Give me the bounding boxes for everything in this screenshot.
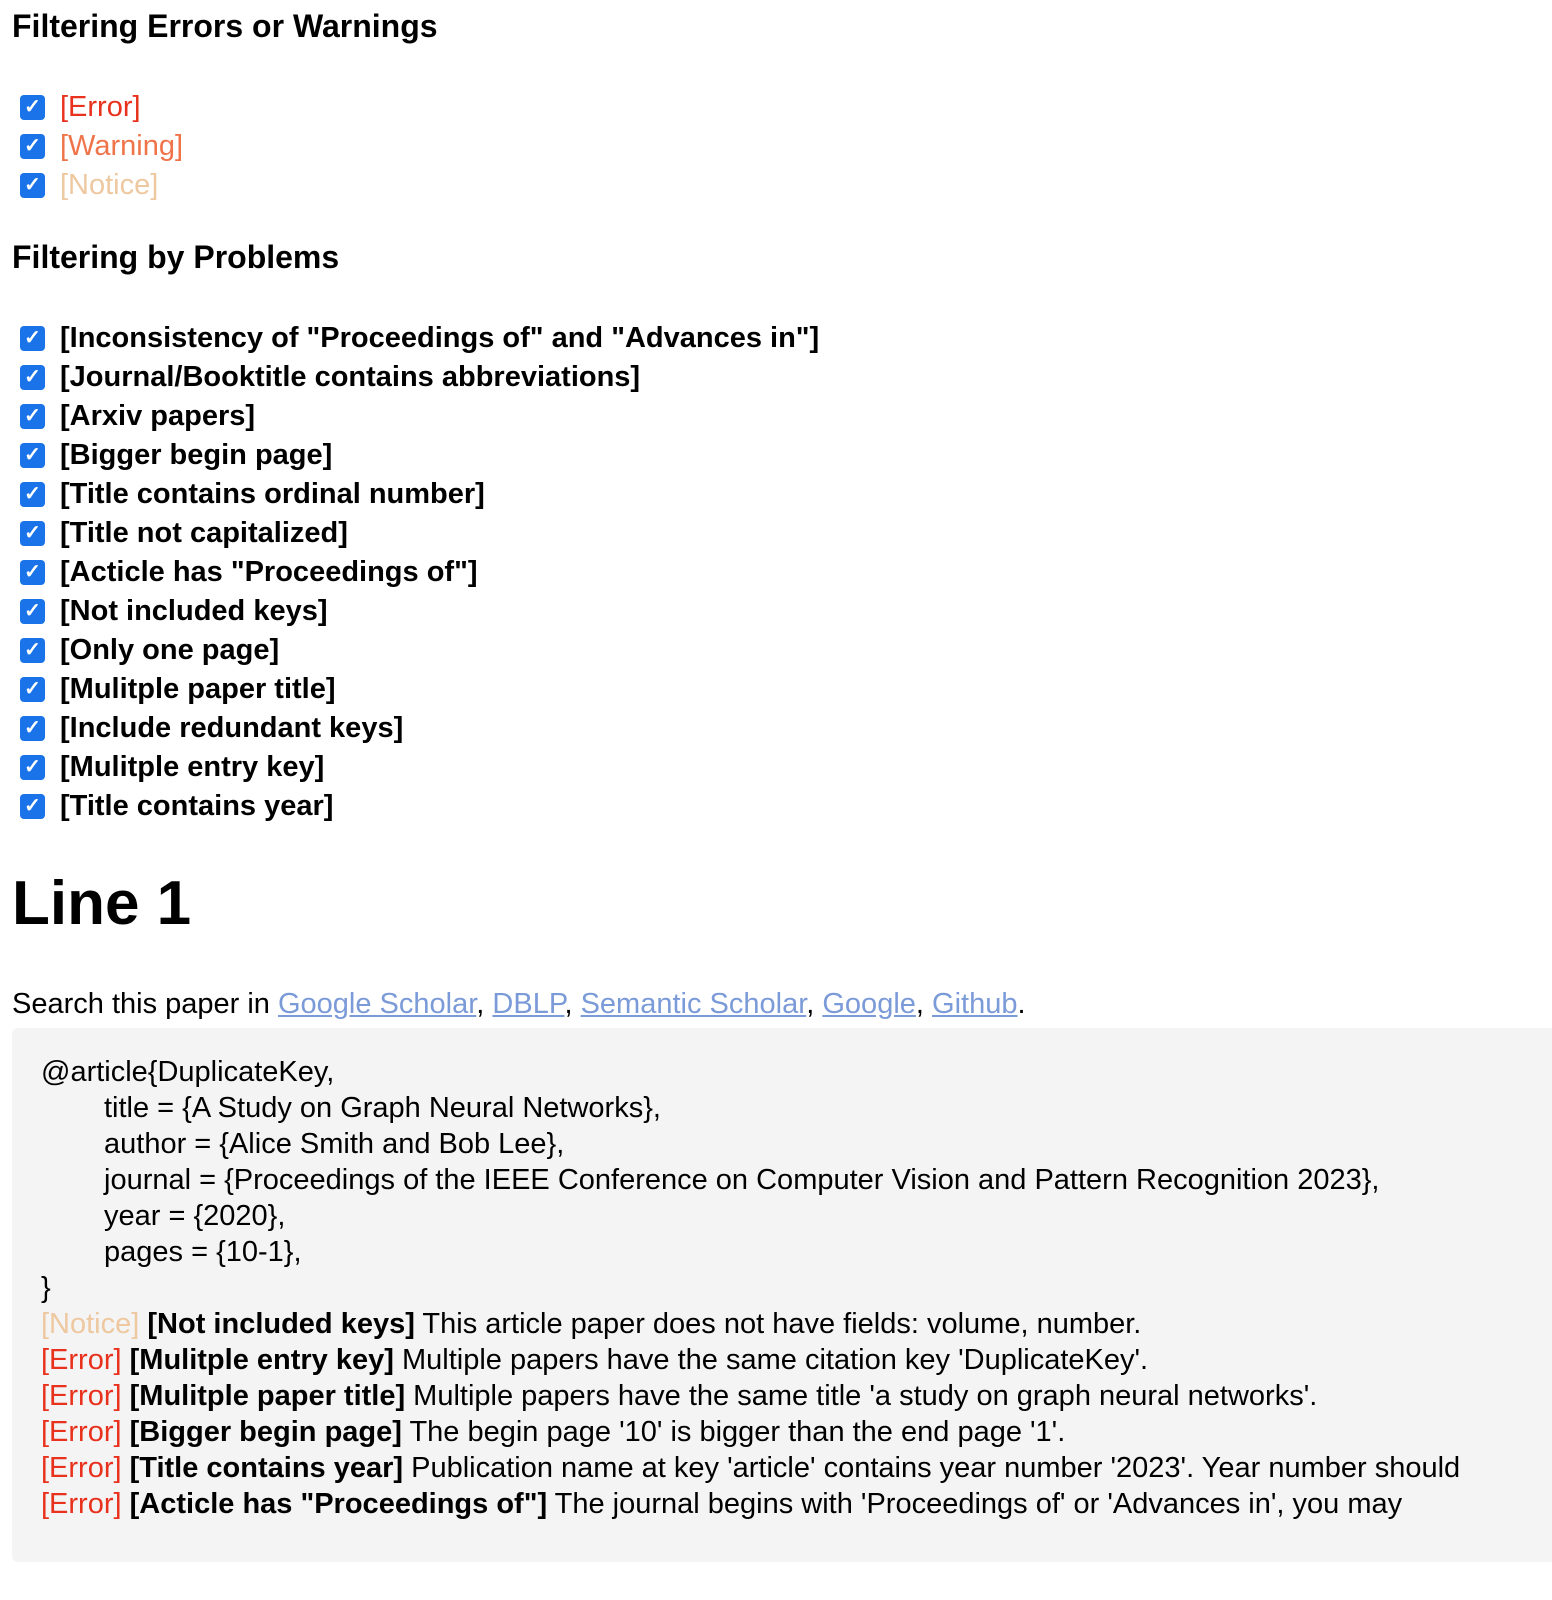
- problem-message: [Error] [Mulitple entry key] Multiple pa…: [41, 1342, 1552, 1378]
- message-text: Multiple papers have the same title 'a s…: [405, 1380, 1318, 1412]
- search-link-google-scholar[interactable]: Google Scholar: [278, 988, 476, 1020]
- separator: ,: [476, 988, 493, 1020]
- message-level: [Error]: [41, 1452, 122, 1484]
- search-links: Search this paper in Google Scholar, DBL…: [12, 984, 1552, 1024]
- problem-filter-item[interactable]: ✓ [Mulitple paper title]: [12, 670, 1552, 709]
- separator: ,: [564, 988, 581, 1020]
- problem-message: [Error] [Mulitple paper title] Multiple …: [41, 1378, 1552, 1414]
- checkbox-checked-icon[interactable]: ✓: [20, 716, 45, 741]
- problem-filter-item[interactable]: ✓ [Inconsistency of "Proceedings of" and …: [12, 319, 1552, 358]
- bibtex-field: year = {2020},: [104, 1200, 286, 1232]
- filter-label: [Notice]: [60, 169, 159, 201]
- message-problem: [Bigger begin page]: [129, 1416, 402, 1448]
- checkbox-checked-icon[interactable]: ✓: [20, 599, 45, 624]
- message-problem: [Title contains year]: [129, 1452, 404, 1484]
- filter-label: [Mulitple paper title]: [60, 673, 336, 705]
- problem-filter-item[interactable]: ✓ [Title not capitalized]: [12, 514, 1552, 553]
- problem-filter-list: ✓ [Inconsistency of "Proceedings of" and …: [12, 319, 1552, 826]
- checkbox-checked-icon[interactable]: ✓: [20, 134, 45, 159]
- checkbox-checked-icon[interactable]: ✓: [20, 755, 45, 780]
- checkbox-checked-icon[interactable]: ✓: [20, 482, 45, 507]
- problem-filter-item[interactable]: ✓ [Acticle has "Proceedings of"]: [12, 553, 1552, 592]
- bibtex-field: author = {Alice Smith and Bob Lee},: [104, 1128, 565, 1160]
- bibtex-field: title = {A Study on Graph Neural Network…: [104, 1092, 661, 1124]
- problem-message: [Error] [Acticle has "Proceedings of"] T…: [41, 1486, 1552, 1522]
- filter-label: [Acticle has "Proceedings of"]: [60, 556, 478, 588]
- message-level: [Error]: [41, 1344, 122, 1376]
- filter-error[interactable]: ✓ [Error]: [12, 88, 1552, 127]
- line-heading: Line 1: [12, 869, 192, 938]
- checkbox-checked-icon[interactable]: ✓: [20, 443, 45, 468]
- separator: ,: [806, 988, 823, 1020]
- filter-label: [Title contains ordinal number]: [60, 478, 485, 510]
- bibtex-field: pages = {10-1},: [104, 1236, 302, 1268]
- message-problem: [Mulitple entry key]: [129, 1344, 394, 1376]
- filter-label: [Error]: [60, 91, 141, 123]
- problem-filter-item[interactable]: ✓ [Only one page]: [12, 631, 1552, 670]
- bibtex-entry: @article{DuplicateKey, title = {A Study …: [12, 1028, 1552, 1562]
- problem-filter-item[interactable]: ✓ [Bigger begin page]: [12, 436, 1552, 475]
- checkbox-checked-icon[interactable]: ✓: [20, 560, 45, 585]
- filter-notice[interactable]: ✓ [Notice]: [12, 166, 1552, 205]
- separator: ,: [915, 988, 933, 1020]
- checkbox-checked-icon[interactable]: ✓: [20, 326, 45, 351]
- message-problem: [Mulitple paper title]: [129, 1380, 406, 1412]
- problem-message: [Error] [Title contains year] Publicatio…: [41, 1450, 1552, 1486]
- bibtex-field: journal = {Proceedings of the IEEE Confe…: [104, 1164, 1380, 1196]
- filter-warning[interactable]: ✓ [Warning]: [12, 127, 1552, 166]
- problem-filter-item[interactable]: ✓ [Journal/Booktitle contains abbreviatio…: [12, 358, 1552, 397]
- message-level: [Error]: [41, 1488, 122, 1520]
- separator: .: [1017, 988, 1026, 1020]
- message-text: Publication name at key 'article' contai…: [403, 1452, 1461, 1484]
- bibtex-close: }: [41, 1272, 51, 1304]
- message-level: [Notice]: [41, 1308, 140, 1340]
- message-text: This article paper does not have fields:…: [414, 1308, 1142, 1340]
- filter-label: [Bigger begin page]: [60, 439, 333, 471]
- filter-label: [Inconsistency of "Proceedings of" and "…: [60, 322, 820, 354]
- search-link-google[interactable]: Google: [822, 988, 916, 1020]
- message-problem: [Acticle has "Proceedings of"]: [129, 1488, 548, 1520]
- filter-label: [Title contains year]: [60, 790, 334, 822]
- problem-message: [Notice] [Not included keys] This articl…: [41, 1306, 1552, 1342]
- filter-label: [Include redundant keys]: [60, 712, 404, 744]
- checkbox-checked-icon[interactable]: ✓: [20, 95, 45, 120]
- checkbox-checked-icon[interactable]: ✓: [20, 794, 45, 819]
- filter-label: [Journal/Booktitle contains abbreviation…: [60, 361, 641, 393]
- filter-label: [Title not capitalized]: [60, 517, 348, 549]
- filter-levels-heading: Filtering Errors or Warnings: [12, 8, 438, 44]
- checkbox-checked-icon[interactable]: ✓: [20, 521, 45, 546]
- filter-label: [Arxiv papers]: [60, 400, 256, 432]
- problem-filter-item[interactable]: ✓ [Title contains ordinal number]: [12, 475, 1552, 514]
- problem-filter-item[interactable]: ✓ [Include redundant keys]: [12, 709, 1552, 748]
- checkbox-checked-icon[interactable]: ✓: [20, 404, 45, 429]
- problem-filter-item[interactable]: ✓ [Not included keys]: [12, 592, 1552, 631]
- checkbox-checked-icon[interactable]: ✓: [20, 173, 45, 198]
- bibtex-open: @article{DuplicateKey,: [41, 1056, 335, 1088]
- problem-message: [Error] [Bigger begin page] The begin pa…: [41, 1414, 1552, 1450]
- message-text: Multiple papers have the same citation k…: [393, 1344, 1149, 1376]
- problem-filter-item[interactable]: ✓ [Title contains year]: [12, 787, 1552, 826]
- search-link-dblp[interactable]: DBLP: [492, 988, 564, 1020]
- filter-problems-heading: Filtering by Problems: [12, 239, 340, 275]
- filter-label: [Only one page]: [60, 634, 280, 666]
- message-text: The journal begins with 'Proceedings of'…: [547, 1488, 1403, 1520]
- checkbox-checked-icon[interactable]: ✓: [20, 677, 45, 702]
- checkbox-checked-icon[interactable]: ✓: [20, 638, 45, 663]
- search-link-github[interactable]: Github: [932, 988, 1017, 1020]
- level-filter-list: ✓ [Error] ✓ [Warning] ✓ [Notice]: [12, 88, 1552, 205]
- filter-label: [Warning]: [60, 130, 184, 162]
- message-problem: [Not included keys]: [147, 1308, 415, 1340]
- filter-label: [Mulitple entry key]: [60, 751, 325, 783]
- search-prefix: Search this paper in: [12, 988, 278, 1020]
- search-link-semantic-scholar[interactable]: Semantic Scholar: [581, 988, 807, 1020]
- filter-label: [Not included keys]: [60, 595, 328, 627]
- message-text: The begin page '10' is bigger than the e…: [401, 1416, 1066, 1448]
- message-level: [Error]: [41, 1416, 122, 1448]
- checkbox-checked-icon[interactable]: ✓: [20, 365, 45, 390]
- message-level: [Error]: [41, 1380, 122, 1412]
- problem-filter-item[interactable]: ✓ [Arxiv papers]: [12, 397, 1552, 436]
- problem-filter-item[interactable]: ✓ [Mulitple entry key]: [12, 748, 1552, 787]
